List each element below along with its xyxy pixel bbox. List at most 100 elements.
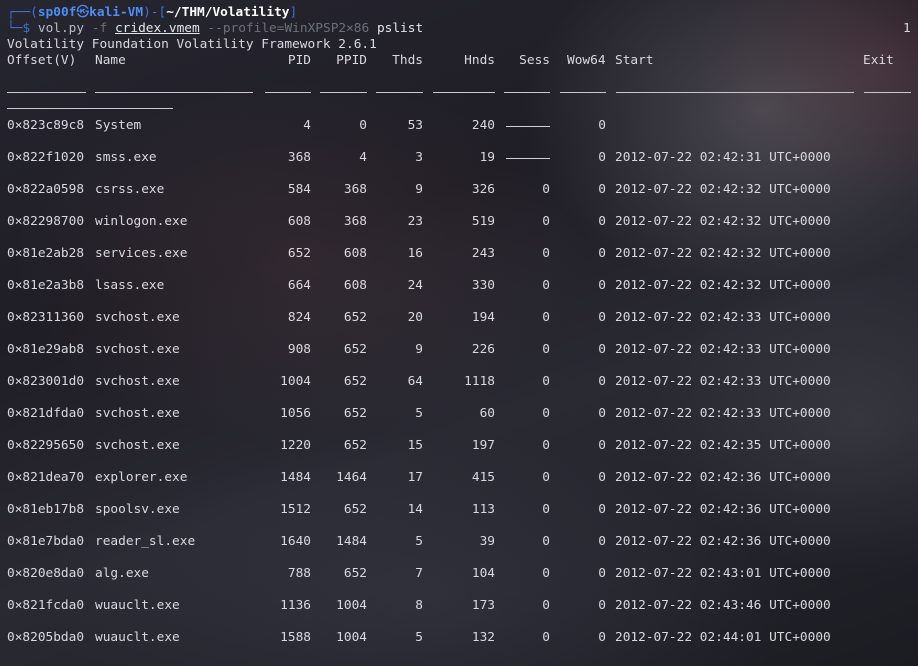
cell-start: 2012-07-22 02:42:33 UTC+0000 xyxy=(615,310,831,325)
cell-offset: 0×82311360 xyxy=(7,310,85,325)
cell-ppid: 1464 xyxy=(336,470,367,485)
cell-name: winlogon.exe xyxy=(95,214,188,229)
separator-start xyxy=(616,92,854,93)
prompt-corner: ┌──( xyxy=(7,5,38,20)
cell-ppid: 608 xyxy=(343,278,367,293)
cell-ppid: 652 xyxy=(343,310,367,325)
cell-hnds: 104 xyxy=(471,566,495,581)
cell-hnds: 197 xyxy=(471,438,495,453)
cell-wow64: 0 xyxy=(598,278,606,293)
prompt-close: ] xyxy=(289,5,298,20)
cell-hnds: 173 xyxy=(471,598,495,613)
cell-thds: 15 xyxy=(407,438,423,453)
cell-wow64: 0 xyxy=(598,310,606,325)
cell-pid: 824 xyxy=(287,310,311,325)
table-row: 0×81e7bda0 reader_sl.exe 1640 1484 5 39 0 0 2012… xyxy=(7,534,911,550)
cell-hnds: 240 xyxy=(471,118,495,133)
cell-hnds: 132 xyxy=(471,630,495,645)
cell-hnds: 326 xyxy=(471,182,495,197)
table-row: 0×81e29ab8 svchost.exe 908 652 9 226 0 0 2012-07… xyxy=(7,342,911,358)
cell-wow64: 0 xyxy=(598,150,606,165)
table-row: 0×8205bda0 wuauclt.exe 1588 1004 5 132 0 0 2012-… xyxy=(7,630,911,646)
command-file-arg[interactable]: cridex.vmem xyxy=(115,21,200,36)
header-hnds: Hnds xyxy=(464,53,495,68)
cell-offset: 0×82295650 xyxy=(7,438,85,453)
header-offset: Offset(V) xyxy=(7,53,77,68)
prompt-line: ┌──(sp00f㉿kali-VM)-[~/THM/Volatility] xyxy=(7,5,297,21)
cell-start: 2012-07-22 02:42:32 UTC+0000 xyxy=(615,278,831,293)
cell-ppid: 652 xyxy=(343,566,367,581)
cell-pid: 1004 xyxy=(280,374,311,389)
cell-ppid: 0 xyxy=(359,118,367,133)
cell-offset: 0×81e2ab28 xyxy=(7,246,85,261)
cell-sess: 0 xyxy=(542,630,550,645)
cell-pid: 1484 xyxy=(280,470,311,485)
cell-start: 2012-07-22 02:42:35 UTC+0000 xyxy=(615,438,831,453)
cell-pid: 1220 xyxy=(280,438,311,453)
cell-offset: 0×822f1020 xyxy=(7,150,85,165)
cell-pid: 1136 xyxy=(280,598,311,613)
cell-sess: 0 xyxy=(542,310,550,325)
cell-name: svchost.exe xyxy=(95,438,180,453)
table-row: 0×821dfda0 svchost.exe 1056 652 5 60 0 0 2012-07… xyxy=(7,406,911,422)
cell-thds: 7 xyxy=(415,566,423,581)
cell-name: spoolsv.exe xyxy=(95,502,180,517)
cell-thds: 5 xyxy=(415,534,423,549)
cell-offset: 0×81e2a3b8 xyxy=(7,278,85,293)
command-line[interactable]: └─$ vol.py -f cridex.vmem --profile=WinX… xyxy=(7,21,423,37)
separator-offset xyxy=(7,92,86,93)
table-row: 0×821fcda0 wuauclt.exe 1136 1004 8 173 0 0 2012-… xyxy=(7,598,911,614)
right-marker: 1 xyxy=(903,21,911,36)
cell-start: 2012-07-22 02:42:33 UTC+0000 xyxy=(615,406,831,421)
cell-thds: 5 xyxy=(415,406,423,421)
cell-ppid: 652 xyxy=(343,502,367,517)
cell-sess: 0 xyxy=(542,278,550,293)
header-ppid: PPID xyxy=(336,53,367,68)
cell-start: 2012-07-22 02:42:36 UTC+0000 xyxy=(615,470,831,485)
cell-start: 2012-07-22 02:43:46 UTC+0000 xyxy=(615,598,831,613)
cell-offset: 0×8205bda0 xyxy=(7,630,85,645)
cell-sess: 0 xyxy=(542,214,550,229)
cell-offset: 0×821fcda0 xyxy=(7,598,85,613)
cell-sess: 0 xyxy=(542,406,550,421)
cell-name: explorer.exe xyxy=(95,470,188,485)
prompt-corner-bottom: └─ xyxy=(7,21,23,36)
cell-ppid: 652 xyxy=(343,374,367,389)
separator-wow64 xyxy=(560,92,606,93)
cell-ppid: 652 xyxy=(343,438,367,453)
cell-hnds: 519 xyxy=(471,214,495,229)
cell-thds: 3 xyxy=(415,150,423,165)
cell-thds: 9 xyxy=(415,182,423,197)
cell-ppid: 608 xyxy=(343,246,367,261)
cell-pid: 1588 xyxy=(280,630,311,645)
cell-ppid: 1484 xyxy=(336,534,367,549)
cell-start: 2012-07-22 02:42:33 UTC+0000 xyxy=(615,342,831,357)
cell-sess: 0 xyxy=(542,374,550,389)
cell-wow64: 0 xyxy=(598,470,606,485)
cell-start: 2012-07-22 02:44:01 UTC+0000 xyxy=(615,630,831,645)
cell-start: 2012-07-22 02:42:32 UTC+0000 xyxy=(615,182,831,197)
cell-start: 2012-07-22 02:42:31 UTC+0000 xyxy=(615,150,831,165)
cell-offset: 0×822a0598 xyxy=(7,182,85,197)
terminal-window[interactable]: ┌──(sp00f㉿kali-VM)-[~/THM/Volatility] └─… xyxy=(7,0,911,666)
cell-ppid: 652 xyxy=(343,406,367,421)
sess-empty-dash xyxy=(506,126,550,127)
table-row: 0×823c89c8 System 4 0 53 240 0 xyxy=(7,118,911,134)
table-row: 0×822a0598 csrss.exe 584 368 9 326 0 0 2012-07-2… xyxy=(7,182,911,198)
header-sess: Sess xyxy=(519,53,550,68)
cell-name: svchost.exe xyxy=(95,406,180,421)
cell-hnds: 60 xyxy=(479,406,495,421)
cell-hnds: 226 xyxy=(471,342,495,357)
cell-pid: 664 xyxy=(287,278,311,293)
cell-name: alg.exe xyxy=(95,566,149,581)
cell-thds: 53 xyxy=(407,118,423,133)
cell-start: 2012-07-22 02:43:01 UTC+0000 xyxy=(615,566,831,581)
cell-wow64: 0 xyxy=(598,374,606,389)
cell-ppid: 652 xyxy=(343,342,367,357)
cell-wow64: 0 xyxy=(598,630,606,645)
cell-name: svchost.exe xyxy=(95,374,180,389)
cell-name: svchost.exe xyxy=(95,342,180,357)
cell-wow64: 0 xyxy=(598,246,606,261)
separator-wrap xyxy=(7,108,173,109)
sess-empty-dash xyxy=(506,158,550,159)
